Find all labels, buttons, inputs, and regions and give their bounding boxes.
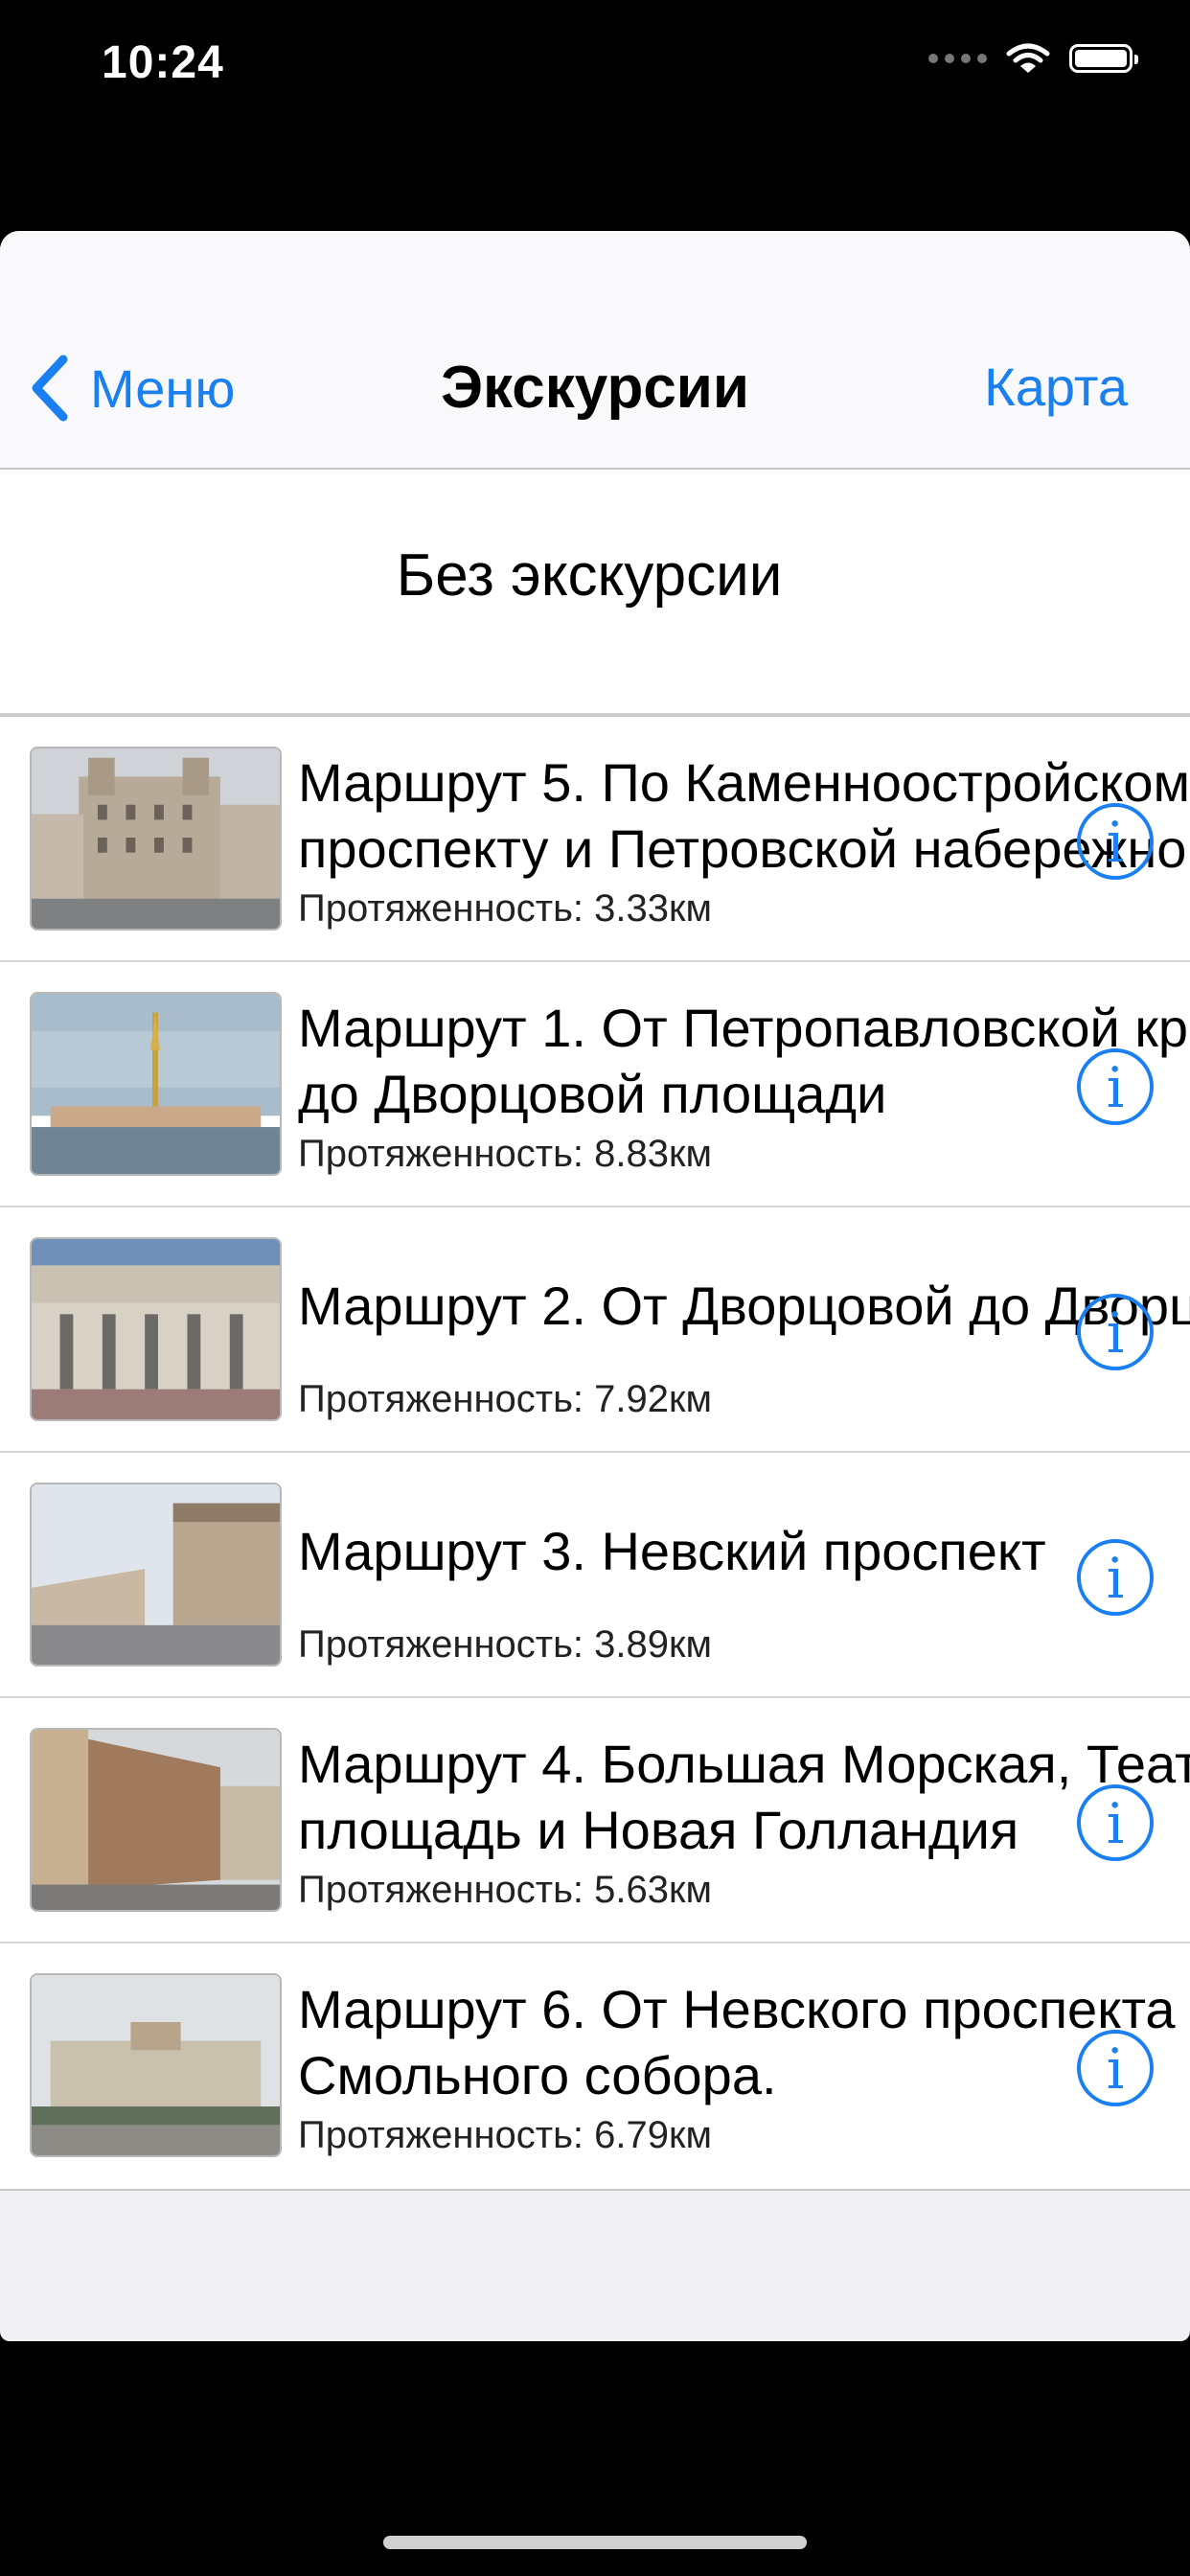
status-bar: 10:24 [0, 0, 1190, 134]
route-list: Маршрут 5. По Каменноостройскому проспек… [0, 715, 1190, 2191]
route-title: Маршрут 4. Большая Морская, Театральная … [298, 1734, 1190, 1860]
route-thumbnail [30, 992, 282, 1176]
route-row[interactable]: Маршрут 6. От Невского проспекта до Смол… [0, 1944, 1190, 2189]
route-thumbnail [30, 747, 282, 931]
signal-dots-icon [928, 54, 987, 63]
route-length: Протяженность: 3.33км [298, 887, 713, 930]
no-tour-label: Без экскурсии [396, 542, 783, 609]
info-icon[interactable]: i [1077, 1294, 1154, 1370]
route-row[interactable]: Маршрут 4. Большая Морская, Театральная … [0, 1698, 1190, 1944]
info-icon[interactable]: i [1077, 1048, 1154, 1125]
route-length: Протяженность: 8.83км [298, 1133, 713, 1175]
status-time: 10:24 [102, 37, 224, 88]
home-indicator [383, 2536, 807, 2549]
status-icons [928, 42, 1138, 75]
route-row[interactable]: Маршрут 5. По Каменноостройскому проспек… [0, 717, 1190, 962]
info-icon[interactable]: i [1077, 2030, 1154, 2106]
route-row[interactable]: Маршрут 1. От Петропавловской крепости д… [0, 962, 1190, 1208]
info-icon[interactable]: i [1077, 1539, 1154, 1616]
route-thumbnail [30, 1237, 282, 1421]
battery-icon [1069, 44, 1138, 73]
navigation-bar: Меню Экскурсии Карта [0, 231, 1190, 470]
map-button[interactable]: Карта [984, 356, 1128, 418]
route-row[interactable]: Маршрут 2. От Дворцовой до Дворцовой Про… [0, 1208, 1190, 1453]
info-icon[interactable]: i [1077, 1784, 1154, 1861]
route-row[interactable]: Маршрут 3. Невский проспект Протяженност… [0, 1453, 1190, 1698]
wifi-icon [1006, 43, 1050, 73]
route-title: Маршрут 2. От Дворцовой до Дворцовой [298, 1276, 1190, 1336]
info-icon[interactable]: i [1077, 803, 1154, 880]
route-thumbnail [30, 1728, 282, 1912]
route-title: Маршрут 6. От Невского проспекта до Смол… [298, 1979, 1176, 2105]
route-thumbnail [30, 1483, 282, 1667]
route-length: Протяженность: 5.63км [298, 1869, 713, 1911]
route-thumbnail [30, 1973, 282, 2157]
route-title: Маршрут 1. От Петропавловской крепости д… [298, 998, 1190, 1124]
route-length: Протяженность: 7.92км [298, 1378, 713, 1420]
route-length: Протяженность: 3.89км [298, 1623, 713, 1666]
sheet: Меню Экскурсии Карта Без экскурсии Маршр… [0, 231, 1190, 2341]
route-title: Маршрут 5. По Каменноостройскому проспек… [298, 752, 1190, 879]
route-length: Протяженность: 6.79км [298, 2114, 713, 2156]
route-title: Маршрут 3. Невский проспект [298, 1521, 1046, 1581]
no-tour-cell[interactable]: Без экскурсии [0, 470, 1190, 715]
